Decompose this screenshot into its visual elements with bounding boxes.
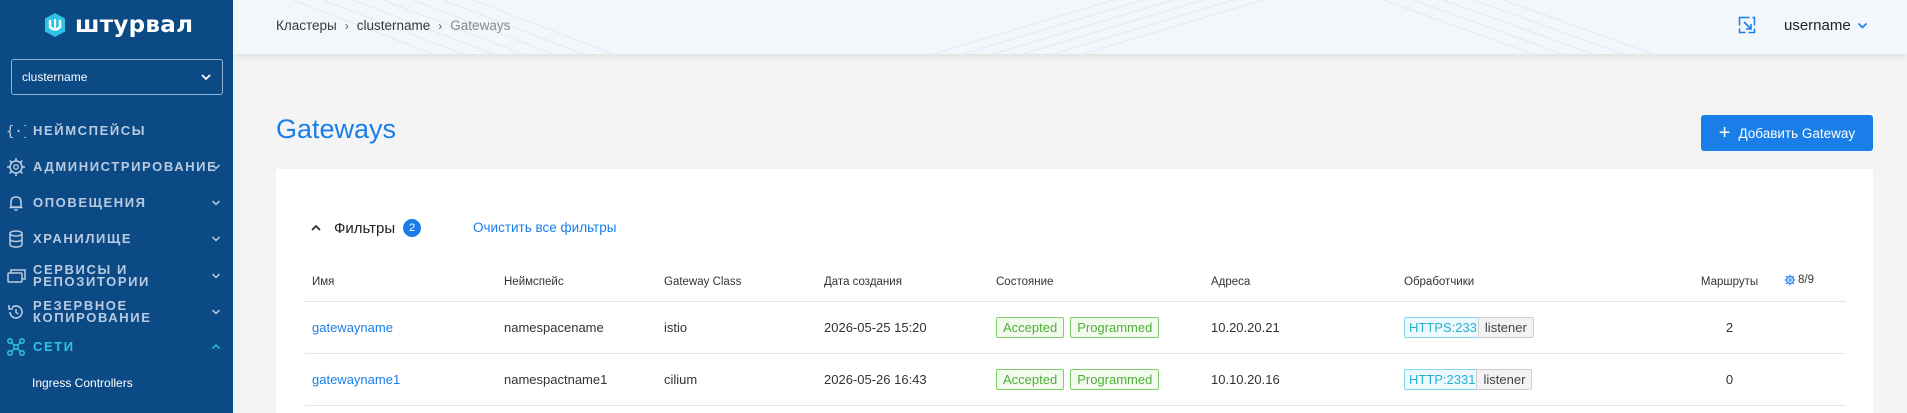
columns-count: 8/9 — [1798, 274, 1814, 287]
sidebar-item-notifications[interactable]: Оповещения — [0, 193, 233, 213]
sidebar-subitem-ingress-controllers[interactable]: Ingress Controllers — [32, 376, 133, 390]
cell-gateway-class: istio — [657, 301, 817, 354]
clear-filters-link[interactable]: Очистить все фильтры — [473, 220, 616, 235]
gateway-name-link[interactable]: gatewayname — [312, 320, 393, 335]
chevron-down-icon — [201, 74, 211, 81]
chevron-down-icon — [211, 200, 221, 206]
add-gateway-button[interactable]: + Добавить Gateway — [1701, 115, 1873, 151]
cell-namespace: namespacename — [497, 301, 657, 354]
chevron-down-icon — [211, 273, 221, 279]
cell-listeners: HTTPS:233 listener — [1397, 301, 1682, 354]
breadcrumb: Кластеры › clustername › Gateways — [276, 18, 510, 33]
sidebar-item-services[interactable]: Сервисы и репозитории — [0, 262, 233, 290]
sidebar-item-label: репозитории — [33, 274, 150, 289]
cell-empty — [1777, 353, 1846, 406]
column-header-state[interactable]: Состояние — [989, 263, 1204, 302]
column-header-name[interactable]: Имя — [305, 263, 497, 302]
sidebar-item-administration[interactable]: Администрирование — [0, 157, 233, 177]
table-header-row: Имя Неймспейс Gateway Class Дата создани… — [305, 263, 1846, 302]
backup-icon — [8, 305, 23, 319]
table-row: gatewayname1 namespactname1 cilium 2026-… — [305, 353, 1846, 406]
chevron-right-icon: › — [438, 18, 443, 33]
plus-icon: + — [1718, 122, 1731, 144]
chevron-down-icon — [1857, 22, 1867, 29]
chevron-up-icon — [211, 343, 221, 350]
svg-text:{·}: {·} — [6, 124, 26, 140]
status-badge: Programmed — [1070, 368, 1160, 390]
sidebar-item-label: копирование — [33, 310, 152, 325]
sidebar-item-networks[interactable]: Сети — [0, 337, 233, 357]
status-badge: Accepted — [996, 316, 1065, 338]
column-header-gateway-class[interactable]: Gateway Class — [657, 263, 817, 302]
cell-listeners: HTTP:2331 listener — [1397, 353, 1682, 406]
breadcrumb-clusters[interactable]: Кластеры — [276, 18, 337, 33]
listener-name-tag: listener — [1476, 368, 1533, 390]
gateways-table: Имя Неймспейс Gateway Class Дата создани… — [305, 263, 1846, 406]
gateway-name-link[interactable]: gatewayname1 — [312, 372, 400, 387]
table-row: gatewayname namespacename istio 2026-05-… — [305, 301, 1846, 354]
cell-address: 10.10.20.16 — [1204, 353, 1397, 406]
filters-toggle[interactable]: Фильтры 2 — [310, 219, 422, 237]
listener-name-tag: listener — [1477, 316, 1534, 338]
top-header: Кластеры › clustername › Gateways userna… — [233, 0, 1907, 54]
cluster-select-value: clustername — [22, 70, 88, 84]
chevron-down-icon — [211, 236, 221, 242]
gateways-card: Фильтры 2 Очистить все фильтры Имя Неймс… — [276, 169, 1873, 413]
cluster-select[interactable]: clustername — [11, 59, 223, 95]
cell-routes: 0 — [1682, 353, 1777, 406]
braces-icon: {·} — [6, 124, 26, 140]
services-icon — [7, 269, 26, 283]
cell-created: 2026-05-25 15:20 — [817, 301, 989, 354]
cell-address: 10.20.20.21 — [1204, 301, 1397, 354]
chevron-up-icon — [311, 224, 321, 231]
status-badge: Programmed — [1070, 316, 1160, 338]
database-icon — [9, 230, 23, 248]
column-header-listeners[interactable]: Обработчики — [1397, 263, 1682, 302]
user-menu[interactable]: username — [1784, 17, 1868, 34]
cell-state: Accepted Programmed — [989, 353, 1204, 406]
filters-label: Фильтры — [334, 219, 396, 237]
listener-port-tag: HTTP:2331 — [1404, 368, 1481, 390]
expand-icon[interactable] — [1738, 16, 1756, 34]
status-badge: Accepted — [996, 368, 1065, 390]
chevron-down-icon — [211, 164, 221, 170]
cell-gateway-class: cilium — [657, 353, 817, 406]
network-icon — [7, 338, 25, 356]
brand-name: штурвал — [75, 12, 194, 38]
breadcrumb-current: Gateways — [450, 18, 511, 33]
sidebar-item-namespaces[interactable]: {·} Неймспейсы — [0, 121, 233, 141]
chevron-down-icon — [211, 309, 221, 315]
sidebar: штурвал clustername {·} Неймспейсы Админ… — [0, 0, 233, 413]
gear-icon — [7, 158, 25, 176]
column-settings[interactable]: 8/9 — [1777, 263, 1846, 302]
listener-port-tag: HTTPS:233 — [1404, 316, 1482, 338]
cell-routes: 2 — [1682, 301, 1777, 354]
cell-created: 2026-05-26 16:43 — [817, 353, 989, 406]
gear-icon — [1784, 274, 1796, 286]
add-gateway-label: Добавить Gateway — [1738, 125, 1856, 141]
filters-count-badge: 2 — [403, 219, 422, 237]
username: username — [1784, 17, 1851, 34]
bell-icon — [9, 196, 23, 211]
column-header-routes[interactable]: Маршруты — [1682, 263, 1777, 302]
breadcrumb-cluster[interactable]: clustername — [357, 18, 431, 33]
page-title: Gateways — [276, 114, 397, 144]
cell-empty — [1777, 301, 1846, 354]
sidebar-item-storage[interactable]: Хранилище — [0, 229, 233, 249]
sidebar-item-backup[interactable]: Резервное копирование — [0, 298, 233, 326]
cell-state: Accepted Programmed — [989, 301, 1204, 354]
column-header-namespace[interactable]: Неймспейс — [497, 263, 657, 302]
chevron-right-icon: › — [344, 18, 349, 33]
cell-namespace: namespactname1 — [497, 353, 657, 406]
column-header-created[interactable]: Дата создания — [817, 263, 989, 302]
logo[interactable]: штурвал — [43, 12, 193, 38]
helm-logo-icon — [45, 13, 65, 37]
column-header-addresses[interactable]: Адреса — [1204, 263, 1397, 302]
